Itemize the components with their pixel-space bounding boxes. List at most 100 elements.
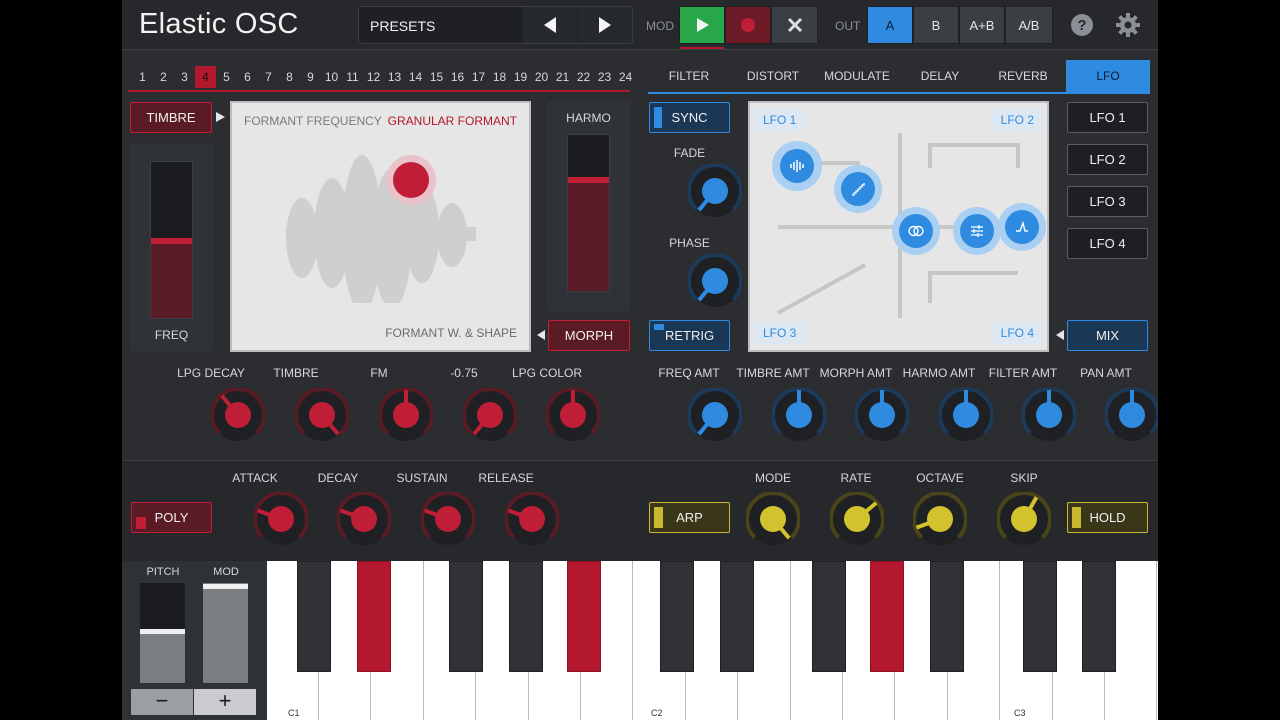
phase-knob[interactable] (687, 253, 743, 308)
timbre-amt-knob[interactable] (771, 387, 827, 442)
step-7[interactable]: 7 (258, 66, 279, 88)
black-key-pressed[interactable] (357, 561, 391, 672)
step-17[interactable]: 17 (468, 66, 489, 88)
pan-amt-knob[interactable] (1104, 387, 1158, 442)
sustain-knob[interactable] (420, 491, 476, 546)
out-a-plus-b-button[interactable]: A+B (960, 7, 1004, 43)
step-12[interactable]: 12 (363, 66, 384, 88)
black-key[interactable] (660, 561, 694, 672)
step-18[interactable]: 18 (489, 66, 510, 88)
black-key[interactable] (812, 561, 846, 672)
harmo-slider[interactable] (567, 134, 610, 292)
timbre-knob[interactable] (294, 387, 350, 442)
octave-knob[interactable] (912, 491, 968, 546)
step-1[interactable]: 1 (132, 66, 153, 88)
step-16[interactable]: 16 (447, 66, 468, 88)
previous-preset-button[interactable] (523, 7, 577, 43)
rate-knob[interactable] (829, 491, 885, 546)
step-3[interactable]: 3 (174, 66, 195, 88)
tab-filter[interactable]: FILTER (648, 60, 730, 92)
filter-amt-knob[interactable] (1021, 387, 1077, 442)
tab-modulate[interactable]: MODULATE (816, 60, 898, 92)
out-a-slash-b-button[interactable]: A/B (1006, 7, 1052, 43)
black-key[interactable] (930, 561, 964, 672)
mode-knob[interactable] (745, 491, 801, 546)
presets-selector[interactable]: PRESETS (358, 6, 633, 44)
help-button[interactable]: ? (1070, 13, 1094, 37)
freq-slider-handle[interactable] (151, 238, 192, 244)
attack-knob[interactable] (253, 491, 309, 546)
step-9[interactable]: 9 (300, 66, 321, 88)
morph-amt-knob[interactable] (854, 387, 910, 442)
step-14[interactable]: 14 (405, 66, 426, 88)
tab-distort[interactable]: DISTORT (732, 60, 814, 92)
mod-wheel-handle[interactable] (203, 584, 248, 589)
play-button[interactable] (680, 7, 724, 43)
step-4[interactable]: 4 (195, 66, 216, 88)
pitch-wheel-handle[interactable] (140, 629, 185, 634)
step-19[interactable]: 19 (510, 66, 531, 88)
harmo-slider-handle[interactable] (568, 177, 609, 183)
mix-button[interactable]: MIX (1067, 320, 1148, 351)
step-11[interactable]: 11 (342, 66, 363, 88)
black-key[interactable] (449, 561, 483, 672)
retrig-button[interactable]: RETRIG (649, 320, 730, 351)
step-23[interactable]: 23 (594, 66, 615, 88)
lpg-decay-knob[interactable] (210, 387, 266, 442)
clear-button[interactable] (772, 7, 817, 43)
mod-wheel[interactable] (203, 583, 248, 683)
morph-button[interactable]: MORPH (548, 320, 630, 351)
step-5[interactable]: 5 (216, 66, 237, 88)
tab-delay[interactable]: DELAY (900, 60, 980, 92)
lpg-color-knob[interactable] (545, 387, 601, 442)
next-preset-button[interactable] (578, 7, 632, 43)
settings-button[interactable] (1116, 13, 1140, 37)
step-8[interactable]: 8 (279, 66, 300, 88)
skip-knob[interactable] (996, 491, 1052, 546)
step-6[interactable]: 6 (237, 66, 258, 88)
step-15[interactable]: 15 (426, 66, 447, 88)
lfo-4-button[interactable]: LFO 4 (1067, 228, 1148, 259)
octave-up-button[interactable]: + (194, 689, 256, 715)
black-key-pressed[interactable] (870, 561, 904, 672)
mod-node-timbre[interactable] (772, 141, 822, 191)
freq-amt-knob[interactable] (687, 387, 743, 442)
poly-button[interactable]: POLY (131, 502, 212, 533)
mod-node-pan[interactable] (892, 207, 940, 255)
pitch-wheel[interactable] (140, 583, 185, 683)
out-a-button[interactable]: A (868, 7, 912, 43)
mod-node-morph[interactable] (953, 207, 1001, 255)
black-key[interactable] (509, 561, 543, 672)
lfo-1-button[interactable]: LFO 1 (1067, 102, 1148, 133)
lfo-3-button[interactable]: LFO 3 (1067, 186, 1148, 217)
decay-knob[interactable] (336, 491, 392, 546)
freq-slider[interactable] (150, 161, 193, 319)
fade-knob[interactable] (687, 163, 743, 218)
release-knob[interactable] (504, 491, 560, 546)
octave-down-button[interactable]: − (131, 689, 193, 715)
black-key[interactable] (1082, 561, 1116, 672)
harmo-amt-knob[interactable] (938, 387, 994, 442)
fm-knob[interactable] (378, 387, 434, 442)
value-knob[interactable] (462, 387, 518, 442)
record-button[interactable] (726, 7, 770, 43)
timbre-button[interactable]: TIMBRE (130, 102, 212, 133)
out-b-button[interactable]: B (914, 7, 958, 43)
step-24[interactable]: 24 (615, 66, 636, 88)
mod-node-filter[interactable] (998, 203, 1046, 251)
hold-button[interactable]: HOLD (1067, 502, 1148, 533)
formant-xy-pad[interactable]: FORMANT FREQUENCY GRANULAR FORMANT FORMA… (230, 101, 531, 352)
step-2[interactable]: 2 (153, 66, 174, 88)
step-10[interactable]: 10 (321, 66, 342, 88)
pad-cursor[interactable] (393, 162, 429, 198)
lfo-mix-pad[interactable]: LFO 1 LFO 2 LFO 3 LFO 4 (748, 101, 1049, 352)
step-20[interactable]: 20 (531, 66, 552, 88)
step-13[interactable]: 13 (384, 66, 405, 88)
arp-button[interactable]: ARP (649, 502, 730, 533)
mod-node-harmo[interactable] (834, 165, 882, 213)
tab-reverb[interactable]: REVERB (982, 60, 1064, 92)
black-key[interactable] (297, 561, 331, 672)
sync-button[interactable]: SYNC (649, 102, 730, 133)
lfo-2-button[interactable]: LFO 2 (1067, 144, 1148, 175)
black-key-pressed[interactable] (567, 561, 601, 672)
